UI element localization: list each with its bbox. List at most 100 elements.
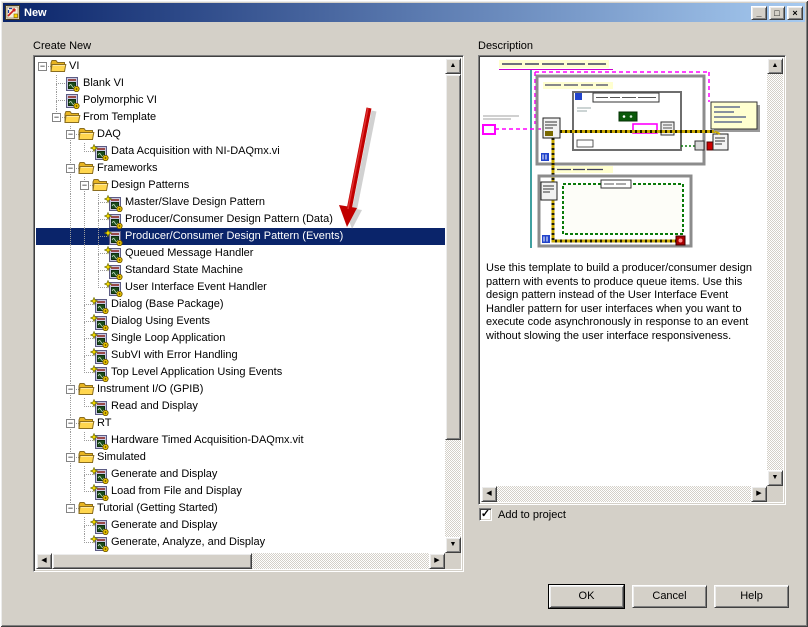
cancel-button[interactable]: Cancel — [632, 585, 707, 608]
tree-item[interactable]: Master/Slave Design Pattern — [36, 194, 445, 213]
tree-guide — [84, 305, 85, 313]
tree-item[interactable]: Data Acquisition with NI-DAQmx.vi — [36, 143, 445, 162]
tree-item[interactable]: Standard State Machine — [36, 262, 445, 281]
maximize-button[interactable]: □ — [769, 5, 785, 20]
tree-item[interactable]: User Interface Event Handler — [36, 279, 445, 298]
tree-item[interactable]: − From Template — [36, 109, 445, 126]
tree-item[interactable]: − Design Patterns — [36, 177, 445, 194]
tree-collapse-toggle[interactable]: − — [52, 113, 61, 122]
minimize-icon: _ — [756, 7, 762, 18]
desc-scroll-up-button[interactable]: ▲ — [767, 58, 783, 74]
tree-guide — [70, 279, 71, 296]
tree-item[interactable]: Blank VI — [36, 75, 445, 93]
template-vi-icon — [89, 143, 109, 162]
desc-scroll-right-button[interactable]: ▶ — [751, 486, 767, 502]
scroll-left-button[interactable]: ◀ — [36, 553, 52, 569]
tree-guide — [70, 330, 71, 347]
tree-guide — [70, 194, 71, 211]
tree-item-icon — [78, 450, 95, 467]
template-vi-icon — [103, 279, 123, 298]
scroll-down-button[interactable]: ▼ — [445, 537, 461, 553]
tree-view: − VI Blank VI Polymorphic VI − From Templ… — [36, 58, 445, 553]
tree-collapse-toggle[interactable]: − — [80, 181, 89, 190]
tree-item[interactable]: Generate and Display — [36, 466, 445, 485]
tree-item-icon — [64, 110, 81, 127]
tree-item[interactable]: Top Level Application Using Events — [36, 364, 445, 383]
tree-guide — [84, 322, 85, 330]
tree-guide — [70, 364, 71, 381]
tree-guide — [84, 245, 85, 262]
tree-item-label: Standard State Machine — [125, 264, 244, 276]
tree-item[interactable]: Producer/Consumer Design Pattern (Data) — [36, 211, 445, 230]
tree-item-icon — [89, 534, 110, 553]
template-vi-icon — [89, 364, 109, 383]
scroll-down-icon: ▼ — [449, 541, 457, 548]
minimize-button[interactable]: _ — [751, 5, 767, 20]
tree-collapse-toggle[interactable]: − — [66, 504, 75, 513]
tree-item-label: Read and Display — [111, 400, 198, 412]
tree-collapse-toggle[interactable]: − — [66, 453, 75, 462]
tree-item[interactable]: Producer/Consumer Design Pattern (Events… — [36, 228, 445, 247]
tree-item[interactable]: Dialog (Base Package) — [36, 296, 445, 315]
tree-item[interactable]: Generate, Analyze, and Display — [36, 534, 445, 553]
tree-guide — [84, 228, 85, 245]
scroll-right-icon: ▶ — [434, 557, 440, 564]
tree-item[interactable]: Generate and Display — [36, 517, 445, 536]
tree-item[interactable]: − DAQ — [36, 126, 445, 143]
tree-guide — [98, 203, 99, 211]
ok-button[interactable]: OK — [549, 585, 624, 608]
tree-item-label: SubVI with Error Handling — [111, 349, 238, 361]
scroll-right-button[interactable]: ▶ — [429, 553, 445, 569]
tree-guide — [84, 262, 85, 279]
tree-collapse-toggle[interactable]: − — [66, 164, 75, 173]
tree-guide — [84, 279, 85, 296]
help-button[interactable]: Help — [714, 585, 789, 608]
tree-horizontal-scrollbar[interactable]: ◀ ▶ — [36, 553, 445, 569]
scroll-up-button[interactable]: ▲ — [445, 58, 461, 74]
tree-item-label: From Template — [83, 111, 157, 123]
template-vi-icon — [103, 228, 123, 247]
tree-item[interactable]: Hardware Timed Acquisition-DAQmx.vit — [36, 432, 445, 451]
tree-item[interactable]: Dialog Using Events — [36, 313, 445, 332]
tree-item-label: Dialog Using Events — [111, 315, 211, 327]
description-vertical-scrollbar[interactable]: ▲ ▼ — [767, 58, 783, 486]
tree-item[interactable]: Load from File and Display — [36, 483, 445, 502]
tree-item-label: Hardware Timed Acquisition-DAQmx.vit — [111, 434, 304, 446]
tree-item[interactable]: SubVI with Error Handling — [36, 347, 445, 366]
tree-item-label: Design Patterns — [111, 179, 190, 191]
scroll-up-icon: ▲ — [771, 62, 779, 69]
tree-item[interactable]: Read and Display — [36, 398, 445, 417]
template-vi-icon — [89, 398, 109, 417]
tree-guide — [70, 245, 71, 262]
tree-item[interactable]: Polymorphic VI — [36, 92, 445, 110]
tree-collapse-toggle[interactable]: − — [66, 130, 75, 139]
tree-item[interactable]: Single Loop Application — [36, 330, 445, 349]
tree-vscroll-thumb[interactable] — [445, 74, 461, 440]
scroll-down-icon: ▼ — [771, 474, 779, 481]
tree-guide — [98, 254, 99, 262]
tree-guide — [98, 237, 99, 245]
tree-vertical-scrollbar[interactable]: ▲ ▼ — [445, 58, 461, 553]
close-button[interactable]: × — [787, 5, 803, 20]
maximize-icon: □ — [774, 7, 780, 18]
tree-collapse-toggle[interactable]: − — [66, 419, 75, 428]
description-horizontal-scrollbar[interactable]: ◀ ▶ — [481, 486, 767, 502]
tree-hscroll-thumb[interactable] — [52, 553, 252, 569]
tree-item-icon — [78, 382, 95, 399]
tree-item[interactable]: Queued Message Handler — [36, 245, 445, 264]
titlebar[interactable]: New _ □ × — [3, 3, 805, 22]
tree-item-icon — [92, 178, 109, 195]
desc-scroll-left-button[interactable]: ◀ — [481, 486, 497, 502]
tree-guide — [84, 356, 85, 364]
add-to-project-checkbox[interactable]: ✓ — [479, 508, 492, 521]
tree-guide — [70, 347, 71, 364]
tree-item[interactable]: − VI — [36, 58, 445, 75]
template-vi-icon — [89, 432, 109, 451]
desc-scroll-down-button[interactable]: ▼ — [767, 470, 783, 486]
tree-guide — [70, 211, 71, 228]
tree-item-icon — [78, 501, 95, 518]
vi-icon — [66, 94, 80, 110]
tree-collapse-toggle[interactable]: − — [66, 385, 75, 394]
tree-collapse-toggle[interactable]: − — [38, 62, 47, 71]
tree-item-label: User Interface Event Handler — [125, 281, 267, 293]
